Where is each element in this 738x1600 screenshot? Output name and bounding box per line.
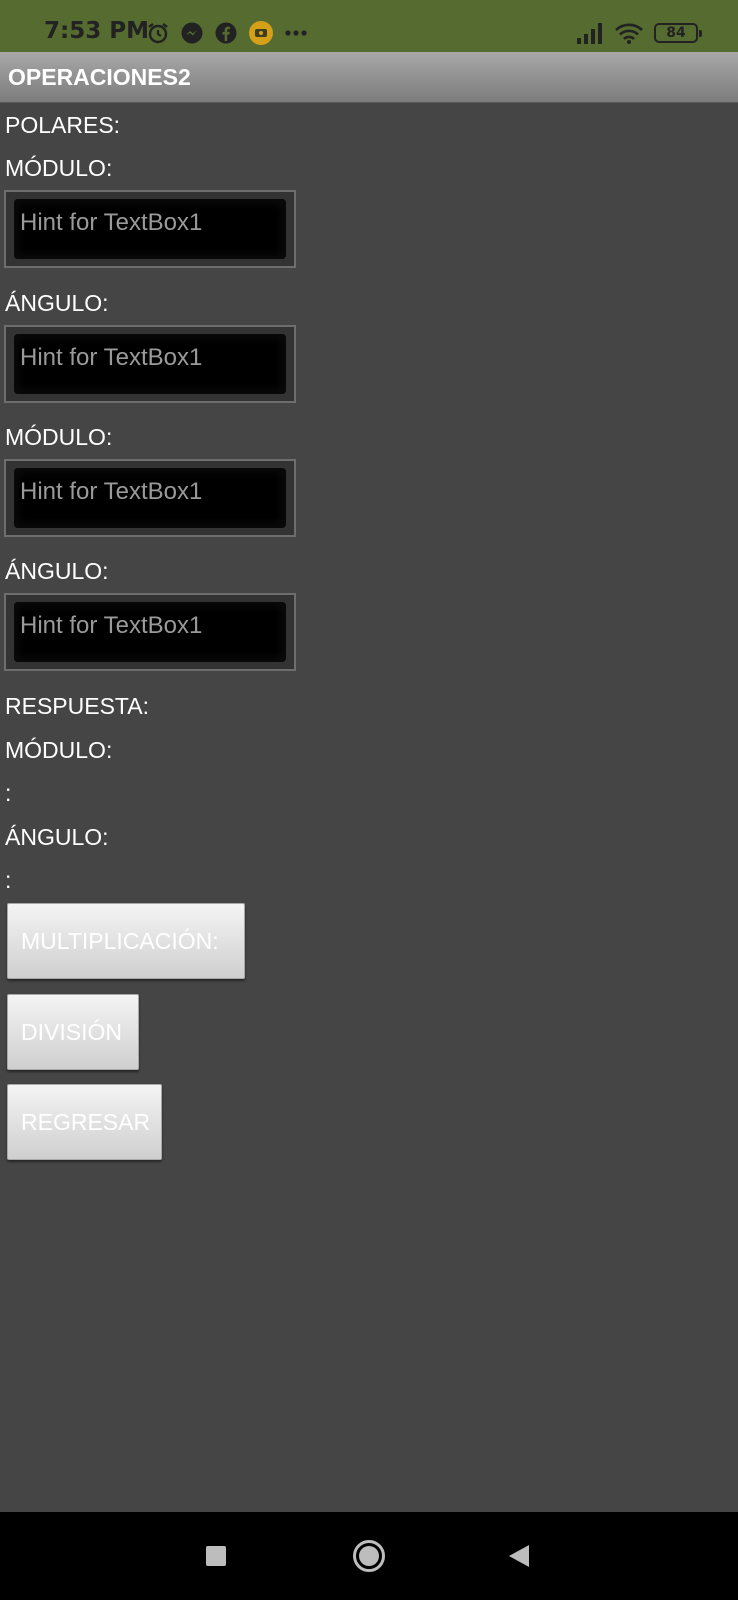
result-modulo-label: MÓDULO: (5, 737, 113, 763)
battery-icon: 84 (654, 23, 702, 43)
angulo-input-1[interactable] (14, 334, 286, 394)
messenger-icon (180, 21, 204, 45)
polares-label: POLARES: (5, 112, 121, 138)
modulo-input-1[interactable] (14, 199, 286, 259)
app-notification-icon (248, 20, 274, 46)
regresar-button[interactable]: REGRESAR (7, 1084, 162, 1160)
angulo-label-1: ÁNGULO: (5, 290, 109, 316)
status-time: 7:53 PM (44, 18, 149, 44)
facebook-icon (214, 21, 238, 45)
result-angulo-value: : (5, 867, 12, 893)
title-bar: OPERACIONES2 (0, 52, 738, 103)
signal-icon (576, 22, 604, 44)
modulo-field-2-frame (4, 459, 296, 537)
more-notifications-icon (284, 29, 308, 37)
angulo-label-2: ÁNGULO: (5, 558, 109, 584)
wifi-icon (614, 22, 644, 44)
angulo-field-2-frame (4, 593, 296, 671)
status-bar: 7:53 PM 84 (0, 0, 738, 52)
multiplicacion-button[interactable]: MULTIPLICACIÓN: (7, 903, 245, 979)
alarm-icon (146, 21, 170, 45)
battery-level: 84 (666, 25, 686, 41)
angulo-field-1-frame (4, 325, 296, 403)
angulo-input-2[interactable] (14, 602, 286, 662)
result-angulo-label: ÁNGULO: (5, 824, 109, 850)
division-button[interactable]: DIVISIÓN (7, 994, 139, 1070)
notification-icons (146, 20, 308, 46)
modulo-input-2[interactable] (14, 468, 286, 528)
home-icon[interactable] (347, 1534, 391, 1578)
system-status-icons: 84 (576, 20, 702, 46)
screen-title: OPERACIONES2 (8, 64, 191, 90)
modulo-field-1-frame (4, 190, 296, 268)
result-modulo-value: : (5, 780, 12, 806)
modulo-label-2: MÓDULO: (5, 424, 113, 450)
navigation-bar (0, 1512, 738, 1600)
modulo-label-1: MÓDULO: (5, 155, 113, 181)
back-icon[interactable] (497, 1534, 541, 1578)
respuesta-label: RESPUESTA: (5, 693, 149, 719)
recent-apps-icon[interactable] (194, 1534, 238, 1578)
